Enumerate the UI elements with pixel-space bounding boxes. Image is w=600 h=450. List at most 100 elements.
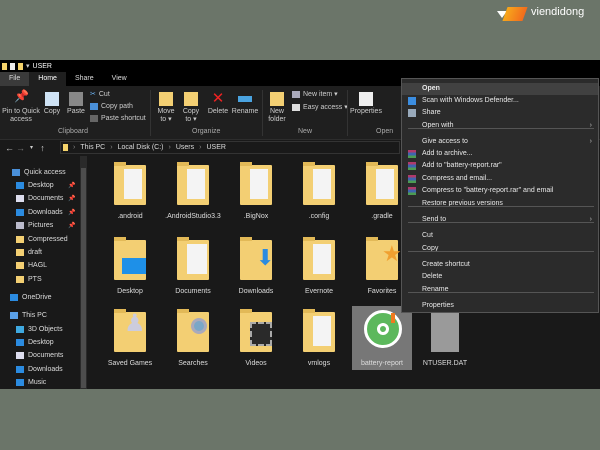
menu-item-rename[interactable]: Rename xyxy=(402,284,598,296)
easy-access-button[interactable]: Easy access ▾ xyxy=(292,103,348,111)
sidebar-item-documents[interactable]: Documents xyxy=(16,195,63,202)
sidebar-item-label: 3D Objects xyxy=(28,326,63,333)
menu-item-label: Add to "battery-report.rar" xyxy=(422,162,502,169)
folder-item[interactable]: .BigNox xyxy=(226,161,286,221)
menu-item-label: Give access to xyxy=(422,138,468,145)
menu-item-compress-to-battery-report-rar-and-email[interactable]: Compress to "battery-report.rar" and ema… xyxy=(402,185,598,197)
sidebar-item-pictures[interactable]: Pictures xyxy=(16,222,53,229)
paste-shortcut-button[interactable]: Paste shortcut xyxy=(90,115,146,122)
tab-share[interactable]: Share xyxy=(66,72,103,86)
properties-button[interactable]: Properties xyxy=(350,92,382,116)
folder-icon xyxy=(299,161,339,209)
sidebar-item-this-pc[interactable]: This PC xyxy=(10,312,47,319)
menu-item-add-to-archive[interactable]: Add to archive... xyxy=(402,148,598,160)
sidebar-item-desktop[interactable]: Desktop xyxy=(16,182,54,189)
sidebar-item-documents[interactable]: Documents xyxy=(16,352,63,359)
label: New folder xyxy=(268,108,286,123)
up-arrow-icon[interactable]: ↑ xyxy=(37,143,48,153)
menu-separator xyxy=(408,128,594,129)
documents-icon xyxy=(16,352,24,359)
sidebar-item-3d-objects[interactable]: 3D Objects xyxy=(16,326,63,333)
new-folder-button[interactable]: New folder xyxy=(265,92,289,124)
label: Delete xyxy=(207,108,229,115)
menu-item-label: Scan with Windows Defender... xyxy=(422,97,519,104)
menu-item-open[interactable]: Open xyxy=(402,83,598,95)
sidebar-item-compressed[interactable]: Compressed xyxy=(16,236,68,243)
breadcrumb-local-disk[interactable]: Local Disk (C:) xyxy=(118,144,164,151)
menu-item-compress-and-email[interactable]: Compress and email... xyxy=(402,173,598,185)
move-to-icon xyxy=(159,92,173,106)
recent-locations-chevron-icon[interactable]: ▾ xyxy=(26,144,37,151)
pinned-icon: 📌 xyxy=(68,210,76,216)
menu-item-cut[interactable]: Cut xyxy=(402,230,598,242)
folder-item[interactable]: Documents xyxy=(163,236,223,296)
menu-item-share[interactable]: Share xyxy=(402,107,598,119)
tab-home[interactable]: Home xyxy=(29,72,66,86)
rename-button[interactable]: Rename xyxy=(231,92,259,116)
breadcrumb-users[interactable]: Users xyxy=(176,144,194,151)
folder-item[interactable]: Desktop xyxy=(100,236,160,296)
sidebar-item-downloads[interactable]: Downloads xyxy=(16,209,63,216)
menu-item-create-shortcut[interactable]: Create shortcut xyxy=(402,259,598,271)
menu-item-restore-previous-versions[interactable]: Restore previous versions xyxy=(402,198,598,210)
menu-item-properties[interactable]: Properties xyxy=(402,300,598,312)
folder-item[interactable]: vmlogs xyxy=(289,308,349,368)
label: Move to ▾ xyxy=(157,108,175,123)
sidebar-item-hagl[interactable]: HAGL xyxy=(16,262,47,269)
breadcrumb-this-pc[interactable]: This PC xyxy=(80,144,105,151)
back-arrow-icon[interactable]: ← xyxy=(4,143,15,153)
folder-item[interactable]: ⬇ Downloads xyxy=(226,236,286,296)
paste-button[interactable]: Paste xyxy=(64,92,88,116)
folder-item[interactable]: Evernote xyxy=(289,236,349,296)
item-label: NTUSER.DAT xyxy=(422,360,468,367)
menu-item-label: Create shortcut xyxy=(422,261,470,268)
new-item-button[interactable]: New item ▾ xyxy=(292,90,338,98)
folder-item[interactable]: Videos xyxy=(226,308,286,368)
breadcrumb-user[interactable]: USER xyxy=(206,144,225,151)
new-folder-quick-icon[interactable] xyxy=(18,62,23,70)
sidebar-item-label: draft xyxy=(28,249,43,256)
sidebar-item-music[interactable]: Music xyxy=(16,379,46,386)
menu-item-scan-with-windows-defender[interactable]: Scan with Windows Defender... xyxy=(402,95,598,107)
menu-item-add-to-battery-report-rar[interactable]: Add to "battery-report.rar" xyxy=(402,160,598,172)
properties-icon xyxy=(359,92,373,106)
copy-button[interactable]: Copy xyxy=(40,92,64,116)
address-bar[interactable]: › This PC › Local Disk (C:) › Users › USER xyxy=(60,141,400,154)
forward-arrow-icon[interactable]: → xyxy=(15,143,26,153)
pin-to-quick-access-button[interactable]: 📌 Pin to Quick access xyxy=(2,90,40,124)
copy-to-button[interactable]: Copy to ▾ xyxy=(179,92,203,124)
customize-quick-access-icon[interactable]: ▾ xyxy=(26,62,30,70)
sidebar-item-onedrive[interactable]: OneDrive xyxy=(10,294,52,301)
item-label: .AndroidStudio3.3 xyxy=(165,213,221,220)
menu-item-label: Delete xyxy=(422,273,443,280)
sidebar-item-downloads[interactable]: Downloads xyxy=(16,366,63,373)
folder-item[interactable]: Searches xyxy=(163,308,223,368)
menu-item-copy[interactable]: Copy xyxy=(402,243,598,255)
file-item-selected[interactable]: battery-report xyxy=(352,306,412,370)
menu-item-send-to[interactable]: Send to › xyxy=(402,214,598,226)
item-label: Evernote xyxy=(304,288,334,295)
file-item[interactable]: NTUSER.DAT xyxy=(415,308,475,368)
properties-quick-icon[interactable] xyxy=(10,62,15,70)
sidebar-item-draft[interactable]: draft xyxy=(16,249,42,256)
sidebar-item-quick-access[interactable]: Quick access xyxy=(12,169,66,176)
tab-view[interactable]: View xyxy=(103,72,136,86)
sidebar-item-pts[interactable]: PTS xyxy=(16,276,42,283)
sidebar-item-label: This PC xyxy=(22,312,47,319)
menu-item-give-access-to[interactable]: Give access to › xyxy=(402,136,598,148)
tab-file[interactable]: File xyxy=(0,72,30,86)
menu-item-open-with[interactable]: Open with › xyxy=(402,120,598,132)
folder-item[interactable]: .AndroidStudio3.3 xyxy=(163,161,223,221)
menu-item-delete[interactable]: Delete xyxy=(402,271,598,283)
sidebar-scrollbar-thumb[interactable] xyxy=(81,168,86,388)
folder-item[interactable]: .config xyxy=(289,161,349,221)
item-label: .android xyxy=(117,213,143,220)
folder-item[interactable]: ♟ Saved Games xyxy=(100,308,160,368)
folder-item[interactable]: .android xyxy=(100,161,160,221)
copy-path-button[interactable]: Copy path xyxy=(90,103,133,110)
sidebar-item-desktop[interactable]: Desktop xyxy=(16,339,54,346)
winrar-icon xyxy=(408,162,416,170)
delete-button[interactable]: ✕ Delete xyxy=(206,91,230,116)
move-to-button[interactable]: Move to ▾ xyxy=(154,92,178,124)
cut-button[interactable]: ✂ Cut xyxy=(90,90,110,99)
